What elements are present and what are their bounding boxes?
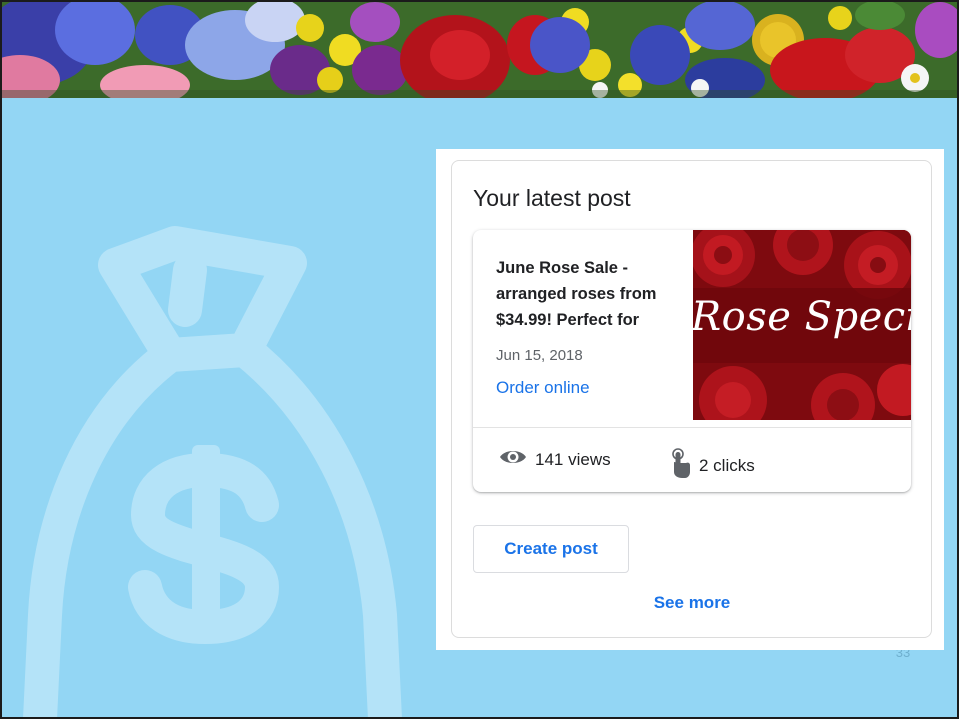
views-stat: 141 views: [499, 448, 611, 471]
pointer-hand-icon: [669, 448, 691, 483]
clicks-stat: 2 clicks: [669, 448, 755, 483]
views-count: 141 views: [535, 449, 611, 469]
order-online-link[interactable]: Order online: [496, 378, 590, 398]
slide: 33 Your latest post June Rose Sale - arr…: [0, 0, 959, 719]
post-text: June Rose Sale - arranged roses from $34…: [496, 259, 657, 329]
post-image-caption: Rose Specia: [693, 294, 911, 340]
latest-post-card: Your latest post June Rose Sale - arrang…: [451, 160, 932, 638]
card-title: Your latest post: [473, 185, 631, 211]
post-image: Rose Specia: [693, 230, 911, 420]
post-date: Jun 15, 2018: [496, 347, 583, 364]
clicks-count: 2 clicks: [699, 455, 755, 475]
money-bag-icon: [0, 215, 440, 719]
flower-banner: [0, 0, 959, 98]
divider: [473, 427, 911, 428]
create-post-button[interactable]: Create post: [473, 525, 629, 573]
screenshot-panel: Your latest post June Rose Sale - arrang…: [436, 149, 944, 650]
see-more-link[interactable]: See more: [632, 593, 752, 613]
post-preview[interactable]: June Rose Sale - arranged roses from $34…: [473, 230, 911, 492]
eye-icon: [499, 448, 527, 471]
